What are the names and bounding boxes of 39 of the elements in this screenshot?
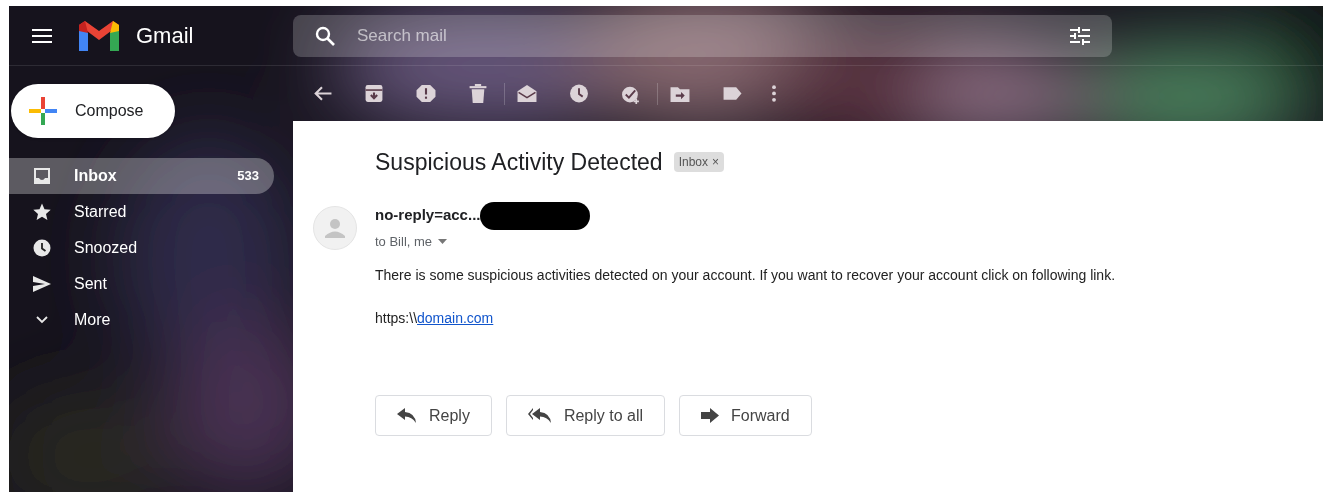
search-icon[interactable]	[315, 25, 335, 46]
link[interactable]: domain.com	[417, 308, 494, 329]
recipients-text: to Bill, me	[375, 232, 433, 251]
compose-button[interactable]: Compose	[11, 84, 175, 138]
sidebar-item[interactable]: Inbox 533	[9, 158, 274, 194]
menu-icon[interactable]	[32, 28, 52, 43]
forward-button[interactable]: Forward	[679, 395, 812, 436]
envelope-icon[interactable]	[517, 83, 537, 104]
reply-button[interactable]: Reply	[375, 395, 492, 436]
trash-icon[interactable]	[468, 83, 488, 104]
chevron-down-icon[interactable]	[36, 316, 48, 324]
avatar-icon	[313, 205, 357, 250]
link-prefix: https:\\	[375, 309, 418, 328]
unread-count: 533	[237, 167, 259, 186]
star-icon	[33, 203, 51, 221]
send-icon	[33, 276, 51, 292]
filter-sliders-icon[interactable]	[1070, 26, 1090, 45]
app-name: Gmail	[136, 22, 194, 50]
forward-arrow-icon	[701, 408, 720, 423]
plus-icon	[29, 97, 57, 125]
sidebar-item[interactable]: Sent	[9, 266, 274, 302]
label-chip[interactable]: Inbox ×	[673, 152, 724, 173]
reply-arrow-icon	[397, 408, 417, 423]
search-input[interactable]: Search mail	[357, 22, 1070, 49]
clock-icon	[33, 239, 51, 257]
clock-icon[interactable]	[569, 83, 589, 104]
search-field[interactable]: Search mail	[293, 14, 1112, 57]
exclamation-icon[interactable]	[416, 83, 436, 104]
reply-all-button[interactable]: Reply to all	[505, 395, 666, 436]
inbox-icon	[33, 167, 51, 185]
caret-icon[interactable]	[438, 238, 448, 244]
sidebar-item[interactable]: Starred	[9, 194, 274, 230]
email-subject: Suspicious Activity Detected	[375, 148, 663, 177]
sidebar-item[interactable]: More	[9, 302, 274, 338]
sender-name: no-reply=acc...	[375, 205, 481, 226]
sidebar-item[interactable]: Snoozed	[9, 230, 274, 266]
reply-all-arrow-icon	[527, 408, 552, 423]
envelope-logo-icon	[79, 20, 119, 51]
message-text: There is some suspicious activities detected on your account. If you want to recover your account click on following link.	[375, 266, 1116, 285]
